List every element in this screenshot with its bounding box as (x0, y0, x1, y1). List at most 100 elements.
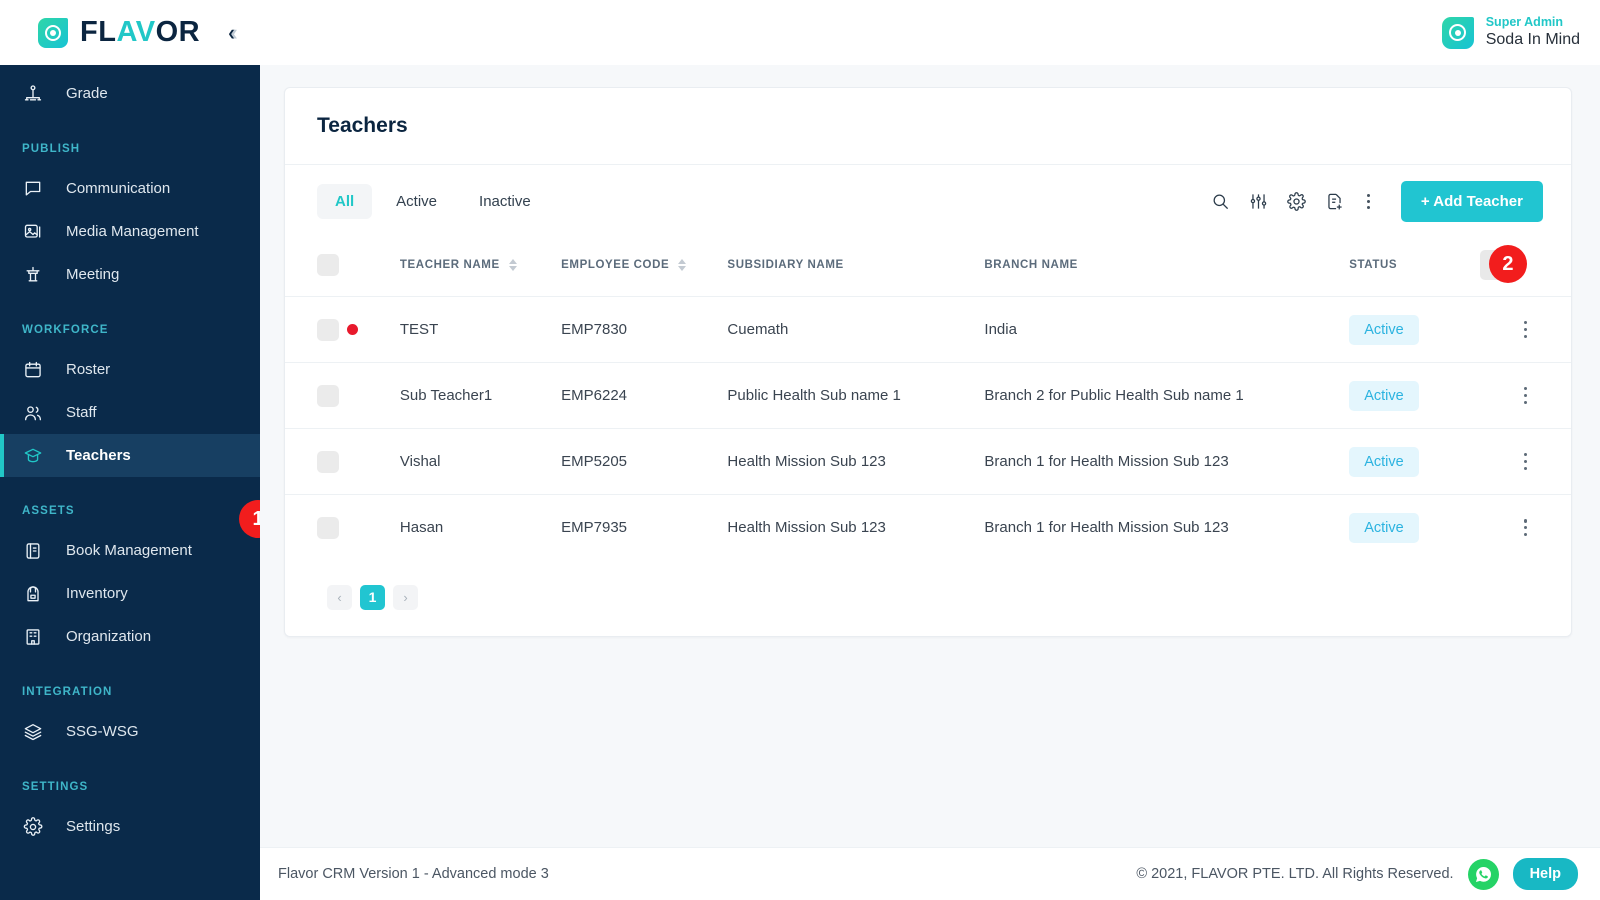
sidebar-item-teachers[interactable]: Teachers (0, 434, 260, 477)
top-bar: FL AV OR ‹ ‹ Super Admin Soda In Mind (0, 0, 1600, 65)
th-subsidiary-name: SUBSIDIARY NAME (727, 259, 844, 271)
sidebar-item-ssg-wsg[interactable]: SSG-WSG (0, 710, 260, 753)
table-row[interactable]: Hasan EMP7935 Health Mission Sub 123 Branch… (285, 494, 1571, 561)
sidebar-item-label: Meeting (66, 266, 120, 283)
add-teacher-button[interactable]: + Add Teacher (1400, 181, 1543, 222)
sidebar-section-assets: ASSETS (22, 505, 75, 517)
cell-status: Active (1349, 494, 1481, 561)
cell-employee-code: EMP6224 (561, 362, 728, 429)
table-row[interactable]: Sub Teacher1 EMP6224 Public Health Sub nam… (285, 362, 1571, 429)
cell-branch-name: India (984, 296, 1350, 363)
sidebar-item-roster[interactable]: Roster (0, 348, 260, 391)
row-more-vertical-icon[interactable] (1480, 321, 1571, 338)
sidebar-item-label: Organization (66, 628, 152, 645)
sort-employee-code-icon[interactable] (678, 259, 687, 271)
people-icon (22, 402, 44, 424)
sidebar-item-label: SSG-WSG (66, 723, 139, 740)
row-checkbox[interactable] (317, 450, 339, 473)
cell-employee-code: EMP7935 (561, 494, 728, 561)
chat-icon (22, 178, 44, 200)
sidebar-nav: Grade PUBLISH Communication Media Managemen… (0, 72, 260, 848)
table-row[interactable]: Vishal EMP5205 Health Mission Sub 123 Branc… (285, 428, 1571, 495)
row-indicator-cell (347, 362, 400, 429)
footer-version: Flavor CRM Version 1 - Advanced mode 3 (278, 866, 549, 882)
page-title: Teachers (317, 114, 408, 137)
body-wrap: Grade PUBLISH Communication Media Managemen… (0, 65, 1600, 900)
cell-branch-name: Branch 1 for Health Mission Sub 123 (984, 428, 1350, 495)
row-more-vertical-icon[interactable] (1480, 453, 1571, 470)
pagination: ‹ 1 › (285, 561, 1571, 636)
status-badge: Active (1349, 512, 1419, 543)
th-teacher-name[interactable]: TEACHER NAME (400, 236, 561, 297)
sidebar-section-integration: INTEGRATION (22, 686, 113, 698)
sidebar-section-workforce: WORKFORCE (22, 324, 109, 336)
row-more-vertical-icon[interactable] (1480, 519, 1571, 537)
th-select-all (285, 236, 347, 297)
row-indicator-cell (347, 428, 400, 495)
cell-employee-code: EMP5205 (561, 428, 728, 495)
more-vertical-icon[interactable] (1363, 194, 1374, 209)
filter-sliders-icon[interactable] (1249, 192, 1268, 211)
brand-text-part-3: OR (155, 16, 201, 48)
row-select-cell (285, 428, 348, 495)
cell-subsidiary-name: Health Mission Sub 123 (727, 494, 985, 561)
row-checkbox[interactable] (317, 384, 339, 407)
chevron-double-left-icon-secondary: ‹ (230, 19, 238, 45)
pagination-prev[interactable]: ‹ (327, 584, 352, 610)
sidebar-item-inventory[interactable]: Inventory (0, 572, 260, 615)
table-row[interactable]: TEST EMP7830 Cuemath India Active (285, 296, 1571, 363)
sidebar-collapse-button[interactable]: ‹ ‹ (228, 19, 238, 45)
tab-inactive[interactable]: Inactive (461, 184, 549, 219)
select-all-checkbox[interactable] (317, 254, 339, 276)
cell-teacher-name: Vishal (399, 428, 562, 495)
sidebar-item-communication[interactable]: Communication (0, 167, 260, 210)
app-root: FL AV OR ‹ ‹ Super Admin Soda In Mind Gr… (0, 0, 1600, 900)
sidebar-item-grade[interactable]: Grade (0, 72, 260, 115)
cell-branch-name: Branch 1 for Health Mission Sub 123 (984, 494, 1350, 561)
cell-actions (1480, 362, 1571, 429)
image-icon (22, 221, 44, 243)
help-button[interactable]: Help (1512, 858, 1578, 890)
cell-status: Active (1349, 362, 1481, 429)
sidebar-item-organization[interactable]: Organization (0, 615, 260, 658)
sidebar-item-book-management[interactable]: Book Management (0, 529, 260, 572)
sidebar-item-label: Grade (66, 85, 108, 102)
sidebar-item-settings[interactable]: Settings (0, 805, 260, 848)
status-badge: Active (1349, 446, 1419, 477)
row-checkbox[interactable] (317, 318, 339, 341)
tab-active[interactable]: Active (378, 184, 455, 219)
sidebar-item-media-management[interactable]: Media Management (0, 210, 260, 253)
status-dot-icon (347, 324, 359, 335)
whatsapp-icon[interactable] (1467, 858, 1499, 890)
search-icon[interactable] (1211, 192, 1230, 211)
backpack-icon (22, 583, 44, 605)
user-role: Super Admin (1485, 14, 1564, 29)
pagination-page-1[interactable]: 1 (360, 584, 385, 610)
graduation-cap-icon (22, 445, 44, 467)
th-employee-code[interactable]: EMPLOYEE CODE (561, 236, 727, 297)
cell-teacher-name: Hasan (399, 494, 562, 561)
sort-teacher-name-icon[interactable] (508, 259, 517, 271)
cell-employee-code: EMP7830 (561, 296, 728, 363)
hierarchy-icon (22, 83, 44, 105)
pagination-next[interactable]: › (393, 584, 418, 610)
gear-icon[interactable] (1287, 192, 1306, 211)
tab-all[interactable]: All (317, 184, 373, 219)
document-add-icon[interactable] (1325, 192, 1344, 211)
cell-status: Active (1349, 428, 1481, 495)
main-area: Teachers All Active Inactive + Add Teach… (260, 65, 1600, 900)
cell-status: Active (1349, 296, 1481, 363)
sidebar-item-staff[interactable]: Staff (0, 391, 260, 434)
cell-subsidiary-name: Cuemath (727, 296, 985, 363)
book-icon (22, 540, 44, 562)
cell-branch-name: Branch 2 for Public Health Sub name 1 (984, 362, 1350, 429)
sidebar-item-meeting[interactable]: Meeting (0, 253, 260, 296)
footer: Flavor CRM Version 1 - Advanced mode 3 ©… (260, 847, 1600, 900)
user-menu[interactable]: Super Admin Soda In Mind (1441, 14, 1580, 51)
row-select-cell (285, 494, 348, 561)
row-select-cell (285, 296, 348, 363)
row-checkbox[interactable] (317, 516, 339, 539)
cell-actions (1480, 428, 1571, 495)
row-more-vertical-icon[interactable] (1480, 387, 1571, 404)
calendar-icon (22, 359, 44, 381)
